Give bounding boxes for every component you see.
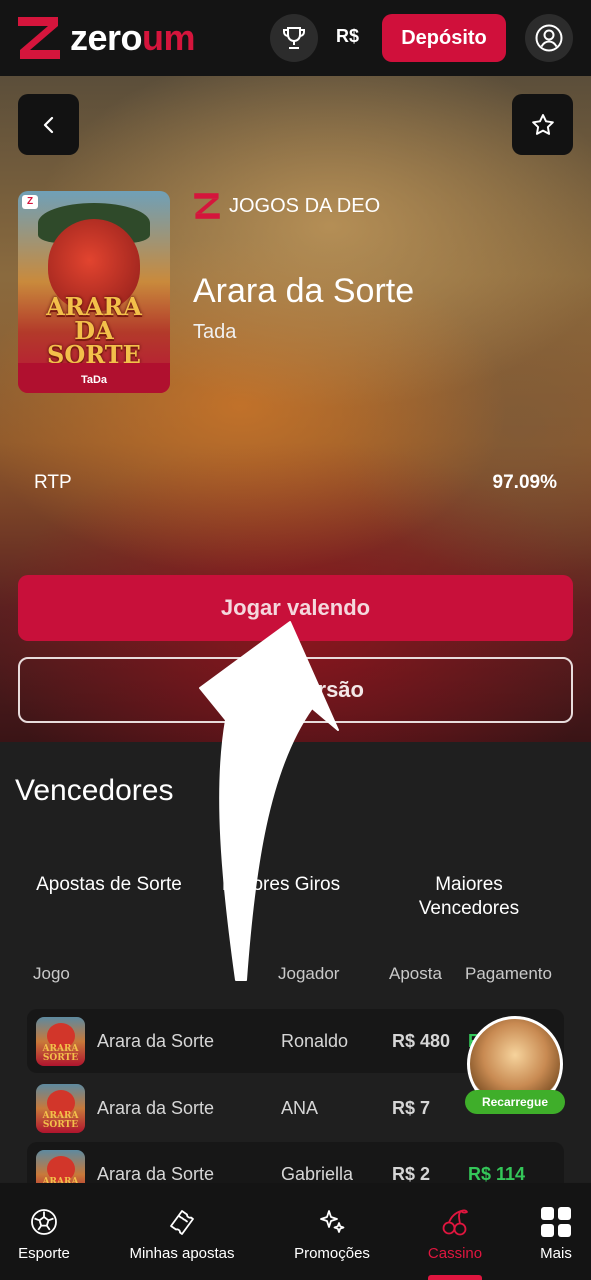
user-icon (535, 24, 563, 52)
cell-player: Ronaldo (281, 1031, 349, 1051)
game-thumb: ARARA SORTE (36, 1017, 85, 1066)
chevron-left-icon (43, 116, 53, 133)
nav-label-mais: Mais (540, 1245, 572, 1262)
cell-bet: R$ 7 (392, 1098, 431, 1118)
cell-player: Gabriella (281, 1164, 354, 1184)
play-demo-button[interactable]: Jogar versão (18, 657, 573, 723)
game-hero: Z ARARA DA SORTE TaDa JOGOS DA DEO Arara… (0, 76, 591, 742)
grid-icon (541, 1207, 571, 1237)
nav-item-cassino[interactable]: Cassino (415, 1183, 495, 1280)
game-provider: Tada (193, 321, 237, 343)
provider-line: JOGOS DA DEO (193, 192, 380, 220)
game-title: Arara da Sorte (193, 272, 415, 310)
winners-title: Vencedores (15, 774, 174, 807)
favorite-button[interactable] (512, 94, 573, 155)
tab-maiores-giros[interactable]: Maiores Giros (206, 873, 356, 897)
provider-label: JOGOS DA DEO (229, 194, 381, 217)
game-thumbnail: Z ARARA DA SORTE TaDa (18, 191, 170, 393)
cell-player: ANA (281, 1098, 319, 1118)
nav-item-promocoes[interactable]: Promoções (282, 1183, 382, 1280)
sparkles-icon (320, 1210, 345, 1233)
active-tab-indicator (428, 1275, 482, 1280)
game-thumb: ARARA SORTE (36, 1084, 85, 1133)
cell-bet: R$ 480 (392, 1031, 451, 1051)
ticket-icon (170, 1210, 194, 1235)
z-badge-icon: Z (22, 195, 38, 209)
trophy-button[interactable] (270, 14, 318, 62)
logo-wordmark: zeroum (70, 17, 196, 58)
thumbnail-title: ARARA DA SORTE (46, 292, 142, 369)
cell-game: Arara da Sorte (97, 1098, 215, 1118)
tab-apostas-de-sorte[interactable]: Apostas de Sorte (34, 873, 184, 897)
rtp-value: 97.09% (492, 472, 557, 493)
nav-label-cassino: Cassino (427, 1245, 483, 1262)
nav-label-esporte: Esporte (18, 1245, 70, 1262)
tab-maiores-vencedores[interactable]: Maiores Vencedores (394, 873, 544, 921)
recarregue-badge: Recarregue (465, 1090, 565, 1114)
play-real-button[interactable]: Jogar valendo (18, 575, 573, 641)
profile-button[interactable] (525, 14, 573, 62)
cell-bet: R$ 2 (392, 1164, 431, 1184)
nav-label-promocoes: Promoções (294, 1245, 370, 1262)
rtp-label: RTP (34, 472, 72, 493)
balance-currency[interactable]: R$ (336, 26, 359, 47)
thumbnail-brand: TaDa (80, 374, 108, 386)
deposit-button[interactable]: Depósito (382, 14, 506, 62)
column-header-jogador: Jogador (278, 964, 340, 983)
z-logo-icon (18, 17, 60, 59)
column-header-pagamento: Pagamento (465, 964, 552, 983)
soccer-ball-icon (31, 1209, 57, 1235)
z-logo-icon (194, 193, 220, 219)
nav-item-minhas-apostas[interactable]: Minhas apostas (117, 1183, 247, 1280)
top-header: zeroum R$ Depósito (0, 0, 591, 76)
zeroum-logo[interactable]: zeroum (16, 17, 196, 59)
cell-game: Arara da Sorte (97, 1164, 215, 1184)
trophy-icon (283, 27, 305, 49)
nav-item-mais[interactable]: Mais (528, 1183, 584, 1280)
cell-game: Arara da Sorte (97, 1031, 215, 1051)
recarregue-widget[interactable]: Recarregue (465, 1016, 565, 1122)
nav-label-minhas-apostas: Minhas apostas (129, 1245, 235, 1262)
column-header-jogo: Jogo (33, 964, 70, 983)
column-header-aposta: Aposta (389, 964, 442, 983)
cherries-icon (442, 1209, 468, 1236)
bottom-navigation: Esporte Minhas apostas Promoções Cassino… (0, 1183, 591, 1280)
nav-item-esporte[interactable]: Esporte (0, 1183, 88, 1280)
cell-payout: R$ 114 (468, 1164, 526, 1184)
star-icon (531, 113, 554, 135)
back-button[interactable] (18, 94, 79, 155)
